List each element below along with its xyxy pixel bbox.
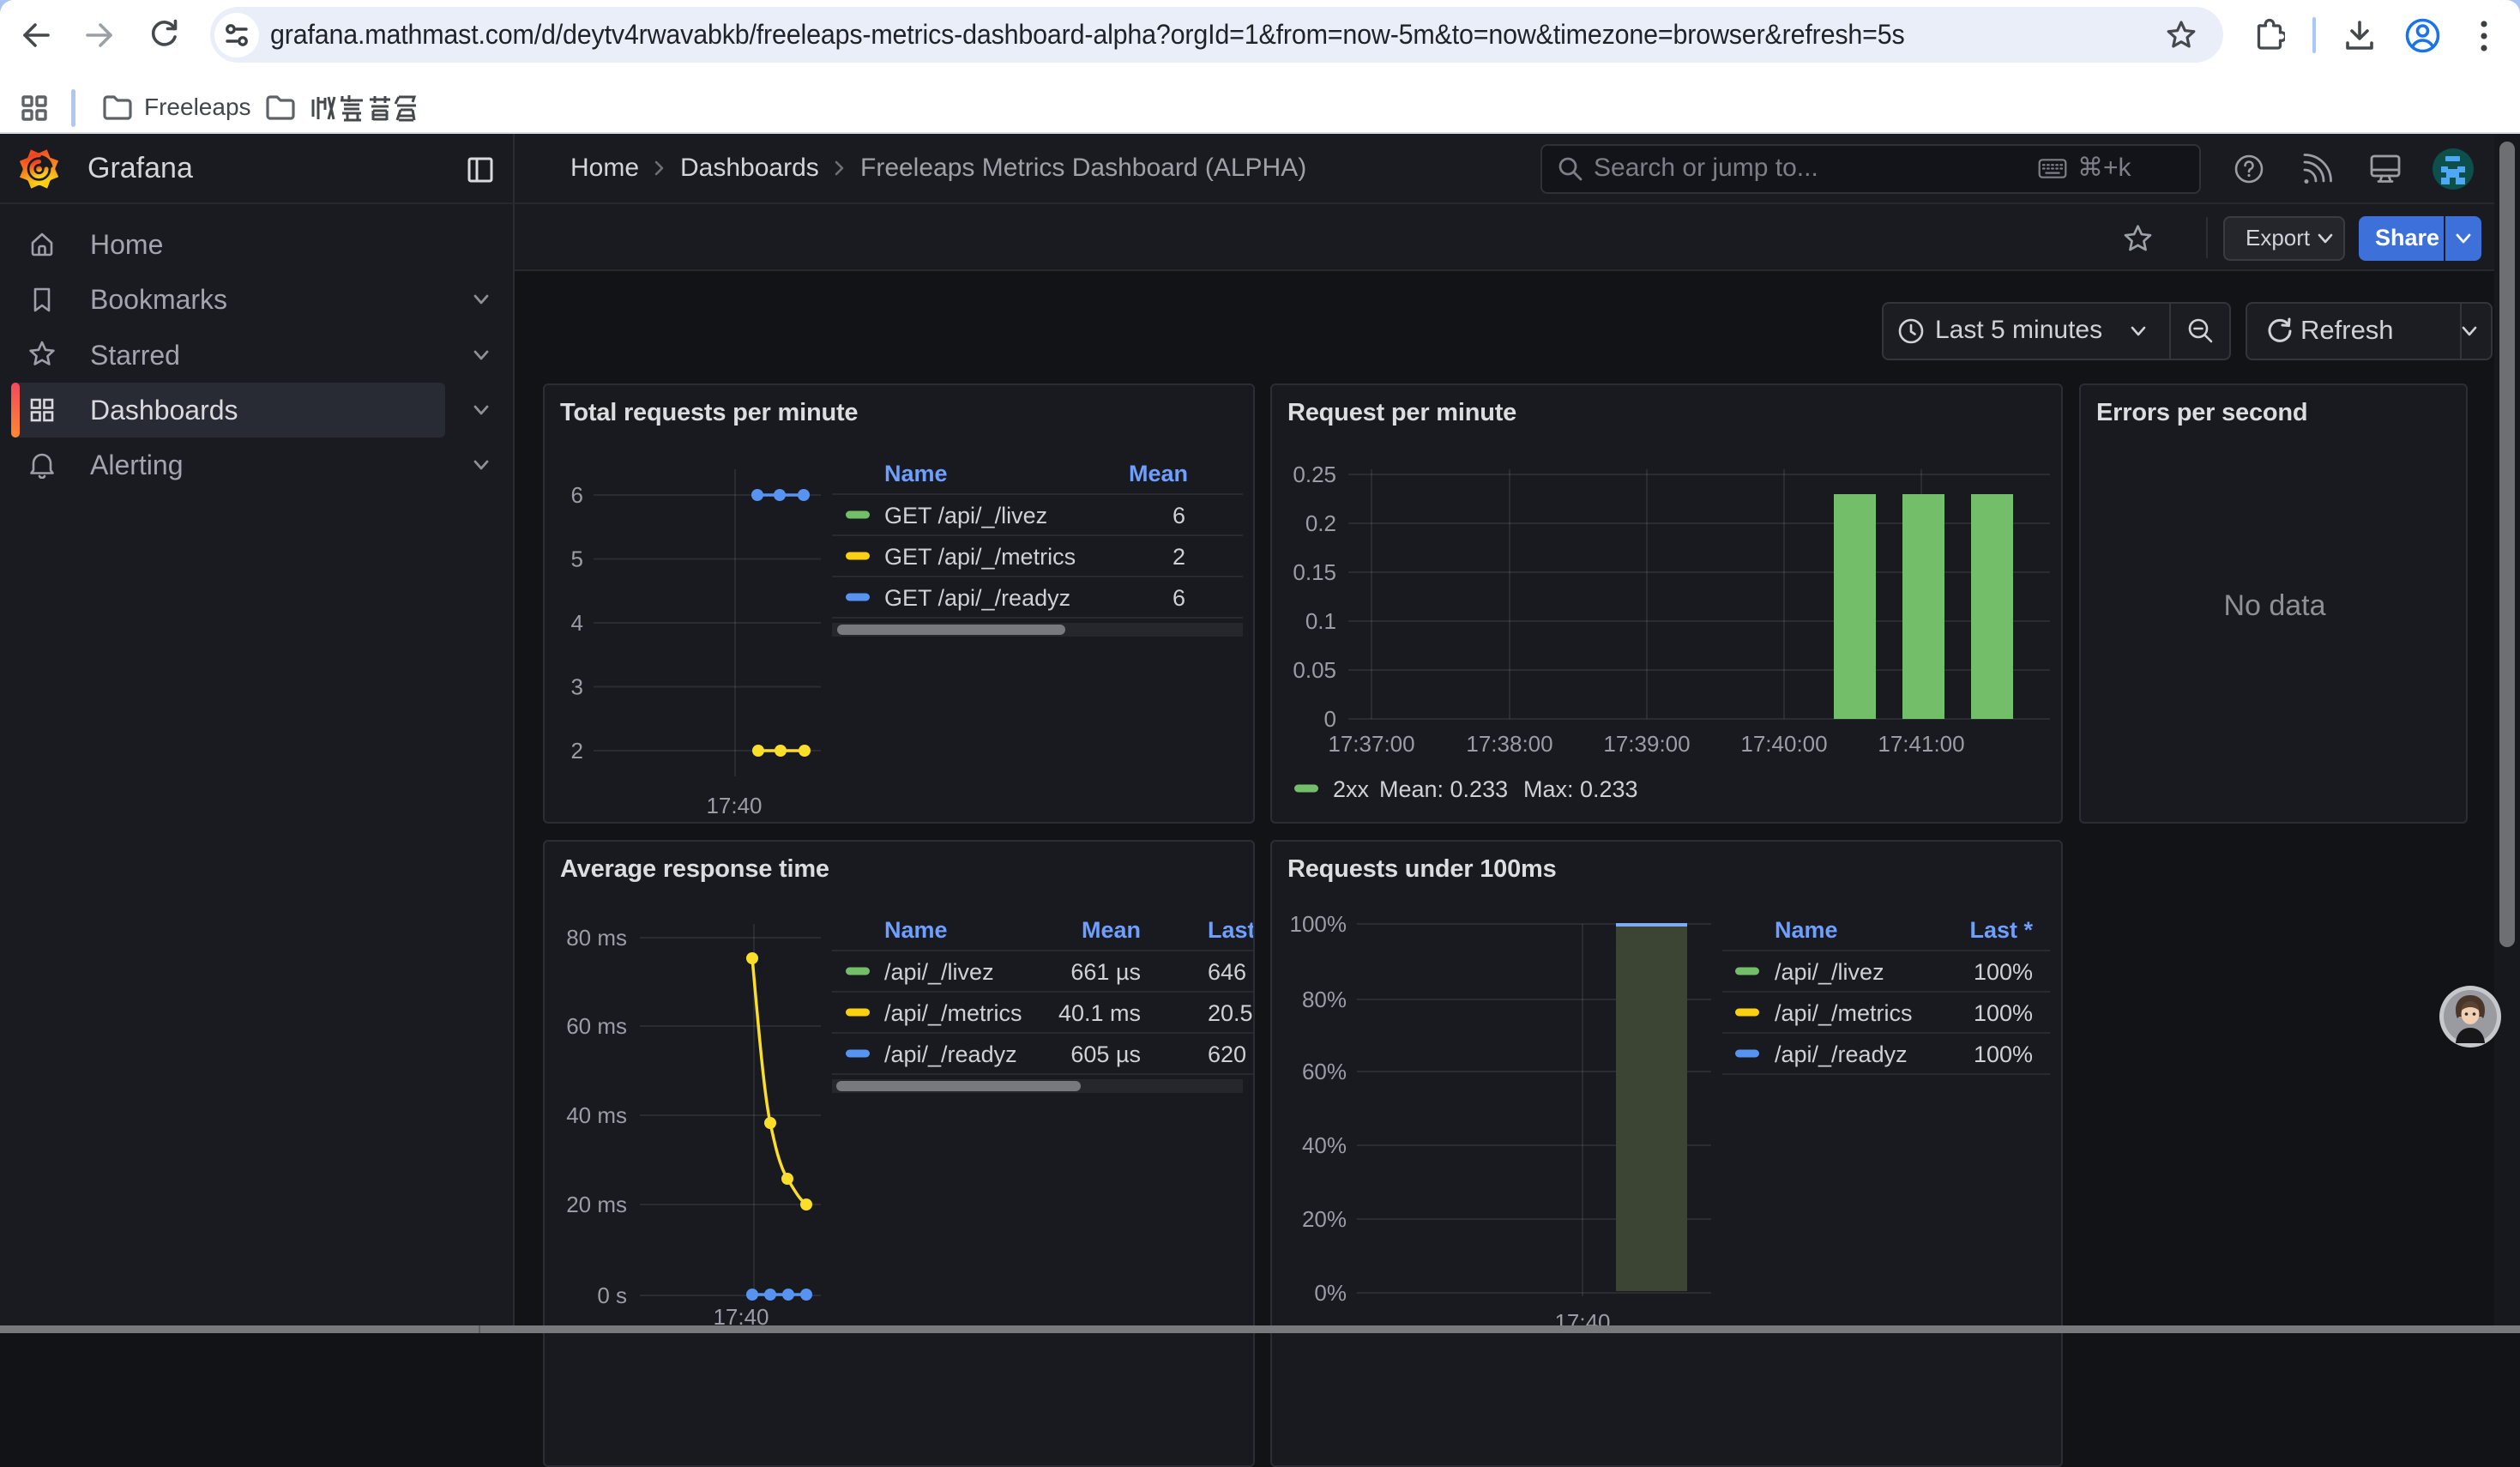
svg-text:/api/_/livez: /api/_/livez [1775, 959, 1884, 985]
svg-text:2xx: 2xx [1333, 776, 1370, 802]
svg-text:17:41:00: 17:41:00 [1878, 731, 1964, 757]
svg-text:/api/_/readyz: /api/_/readyz [884, 1041, 1017, 1067]
svg-text:Name: Name [884, 917, 948, 943]
svg-text:0.2: 0.2 [1305, 510, 1336, 536]
svg-text:0.25: 0.25 [1293, 462, 1336, 487]
svg-text:80%: 80% [1302, 987, 1347, 1012]
svg-text:/api/_/metrics: /api/_/metrics [884, 1000, 1022, 1026]
svg-text:No data: No data [2223, 589, 2325, 622]
svg-text:60 ms: 60 ms [566, 1013, 627, 1039]
svg-text:80 ms: 80 ms [566, 925, 627, 951]
svg-text:20.5 m: 20.5 m [1208, 1000, 1253, 1026]
svg-text:0 s: 0 s [597, 1283, 627, 1308]
svg-text:40%: 40% [1302, 1132, 1347, 1158]
svg-text:/api/_/readyz: /api/_/readyz [1775, 1041, 1908, 1067]
svg-text:2: 2 [1173, 544, 1185, 570]
svg-text:17:38:00: 17:38:00 [1466, 731, 1552, 757]
svg-text:6: 6 [571, 482, 583, 508]
svg-text:Max: 0.233: Max: 0.233 [1523, 776, 1638, 802]
svg-text:17:40:00: 17:40:00 [1740, 731, 1827, 757]
svg-text:17:40: 17:40 [706, 793, 762, 818]
svg-text:0.05: 0.05 [1293, 657, 1336, 683]
svg-text:Name: Name [1775, 917, 1838, 943]
svg-text:100%: 100% [1974, 1000, 2033, 1026]
svg-text:60%: 60% [1302, 1059, 1347, 1084]
svg-text:GET /api/_/metrics: GET /api/_/metrics [884, 544, 1076, 570]
svg-text:/api/_/metrics: /api/_/metrics [1775, 1000, 1913, 1026]
svg-text:Last *: Last * [1208, 917, 1253, 943]
svg-text:0: 0 [1324, 706, 1336, 732]
svg-text:40.1 ms: 40.1 ms [1058, 1000, 1141, 1026]
svg-text:Mean: 0.233: Mean: 0.233 [1379, 776, 1508, 802]
svg-text:5: 5 [571, 546, 583, 572]
svg-text:Mean: Mean [1129, 461, 1188, 486]
svg-text:100%: 100% [1974, 959, 2033, 985]
svg-text:0%: 0% [1314, 1280, 1347, 1306]
svg-text:GET /api/_/livez: GET /api/_/livez [884, 503, 1047, 528]
svg-text:620: 620 [1208, 1041, 1246, 1067]
svg-text:17:37:00: 17:37:00 [1328, 731, 1414, 757]
svg-text:0.15: 0.15 [1293, 559, 1336, 585]
svg-text:Name: Name [884, 461, 948, 486]
svg-text:2: 2 [571, 738, 583, 764]
svg-text:GET /api/_/readyz: GET /api/_/readyz [884, 585, 1070, 611]
svg-text:605 µs: 605 µs [1070, 1041, 1141, 1067]
svg-text:3: 3 [571, 674, 583, 700]
svg-text:Mean: Mean [1082, 917, 1141, 943]
svg-text:17:39:00: 17:39:00 [1603, 731, 1690, 757]
svg-text:4: 4 [571, 610, 583, 636]
svg-text:0.1: 0.1 [1305, 608, 1336, 634]
svg-text:6: 6 [1173, 503, 1185, 528]
svg-text:646: 646 [1208, 959, 1246, 985]
svg-text:/api/_/livez: /api/_/livez [884, 959, 994, 985]
svg-text:100%: 100% [1290, 911, 1347, 937]
svg-text:40 ms: 40 ms [566, 1102, 627, 1128]
svg-text:661 µs: 661 µs [1070, 959, 1141, 985]
svg-text:20 ms: 20 ms [566, 1192, 627, 1217]
svg-text:100%: 100% [1974, 1041, 2033, 1067]
svg-text:Last *: Last * [1969, 917, 2033, 943]
svg-text:20%: 20% [1302, 1206, 1347, 1232]
svg-text:6: 6 [1173, 585, 1185, 611]
